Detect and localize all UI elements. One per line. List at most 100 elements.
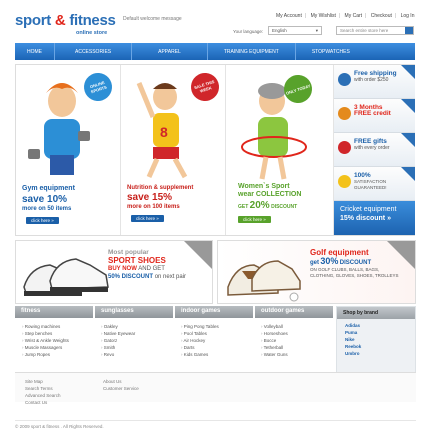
- nutrition-click-button[interactable]: click here »: [131, 215, 164, 222]
- gift-icon: [338, 141, 351, 154]
- brand-reebok[interactable]: Reebok: [337, 343, 415, 350]
- copyright: © 2009 sport & fitness . All Rights Rese…: [15, 420, 416, 429]
- footer-links: Site Map Search Terms Advanced Search Co…: [15, 372, 416, 405]
- promo-shoes[interactable]: Most popular SPORT SHOES BUY NOW AND GET…: [15, 240, 213, 304]
- list-item[interactable]: Pool Tables: [181, 330, 219, 337]
- welcome-message: Default welcome message: [123, 16, 182, 22]
- language-select[interactable]: English ▾: [268, 26, 322, 35]
- corner-ribbon: [401, 133, 415, 147]
- cricket-offer[interactable]: Cricket equipment 15% discount »: [334, 201, 415, 235]
- golf-shoes-image: [227, 260, 301, 302]
- logo[interactable]: sport & fitness: [15, 12, 116, 29]
- nav-accessories[interactable]: ACCESSORIES: [55, 43, 133, 60]
- search-input[interactable]: Search entire store here: [336, 26, 414, 35]
- gym-save: save 10%: [22, 194, 68, 205]
- promo-golf-l3: 30%: [320, 256, 339, 266]
- side-offers: Free shipping with order $250 3 Months FRE…: [334, 65, 415, 235]
- nav-home[interactable]: HOME: [15, 43, 55, 60]
- promo-shoes-l6: on next pair: [154, 274, 187, 280]
- fitness-list: Rowing machines Step benches Wrist & Ank…: [22, 323, 69, 358]
- list-item[interactable]: Native Eyewear: [101, 330, 136, 337]
- login-link[interactable]: Log In: [401, 13, 415, 19]
- advanced-search-link[interactable]: Advanced Search: [25, 392, 61, 399]
- main-nav: HOME ACCESSORIES APPAREL TRAINING EQUIPM…: [15, 43, 415, 60]
- shop-by-brand: Shop by brand Adidas Puma Nike Reebok Um…: [336, 306, 416, 374]
- list-item[interactable]: Step benches: [22, 330, 69, 337]
- about-us-link[interactable]: About Us: [103, 378, 139, 385]
- promo-shoes-l5: 50% DISCOUNT: [108, 274, 154, 280]
- banner-womens-sport[interactable]: ONLY TODAY Women`s Sport wear COLLECTION…: [226, 65, 334, 235]
- list-item[interactable]: Air Hockey: [181, 337, 219, 344]
- shop-by-brand-title: Shop by brand: [337, 307, 415, 319]
- special-offer-ribbon: [387, 241, 415, 269]
- promo-shoes-l4: AND GET: [138, 266, 165, 272]
- svg-text:8: 8: [160, 124, 168, 140]
- gym-click-button[interactable]: click here »: [26, 217, 59, 224]
- list-item[interactable]: Darts: [181, 344, 219, 351]
- tab-fitness[interactable]: fitness: [15, 306, 93, 318]
- womens-sub: wear COLLECTION: [238, 191, 302, 198]
- brand-umbro[interactable]: Umbro: [337, 350, 415, 357]
- indoor-games-list: Ping Pong Tables Pool Tables Air Hockey …: [181, 323, 219, 358]
- gym-more: more on 50 items: [22, 206, 72, 212]
- womens-click-button[interactable]: click here »: [238, 216, 271, 223]
- my-cart-link[interactable]: My Cart: [345, 13, 363, 19]
- checkout-link[interactable]: Checkout: [371, 13, 392, 19]
- list-item[interactable]: Muscle Massagers: [22, 344, 69, 351]
- my-wishlist-link[interactable]: My Wishlist: [311, 13, 336, 19]
- satisfaction-offer[interactable]: 100% SATISFACTION GUARANTEED!: [334, 167, 415, 201]
- tab-outdoor-games[interactable]: outdoor games: [255, 306, 333, 318]
- promo-golf-l6: CLOTHING, GLOVES, SHOES, TROLLEYS: [310, 273, 399, 278]
- my-account-link[interactable]: My Account: [276, 13, 302, 19]
- medal-icon: [338, 175, 351, 188]
- customer-service-link[interactable]: Customer Service: [103, 385, 139, 392]
- sneakers-image: [23, 258, 109, 296]
- tab-indoor-games[interactable]: indoor games: [175, 306, 253, 318]
- nav-stopwatches[interactable]: STOPWATCHES: [296, 43, 366, 60]
- list-item[interactable]: Horseshoes: [261, 330, 288, 337]
- promo-golf[interactable]: Golf equipment get 30% DISCOUNT ON GOLF …: [217, 240, 416, 304]
- logo-tagline: online store: [76, 30, 108, 36]
- free-credit-offer[interactable]: 3 Months FREE credit: [334, 99, 415, 133]
- promo-golf-l4: DISCOUNT: [339, 260, 372, 266]
- corner-ribbon: [401, 167, 415, 181]
- brand-adidas[interactable]: Adidas: [337, 322, 415, 329]
- chevron-down-icon: ▾: [315, 28, 318, 33]
- list-item[interactable]: Volleyball: [261, 323, 288, 330]
- corner-ribbon: [401, 65, 415, 79]
- list-item[interactable]: Oakley: [101, 323, 135, 330]
- list-item[interactable]: Bocce: [261, 337, 288, 344]
- nutrition-more: more on 100 items: [127, 204, 180, 210]
- tab-sunglasses[interactable]: sunglasses: [95, 306, 173, 318]
- truck-icon: [338, 73, 351, 86]
- coins-icon: [338, 107, 351, 120]
- banner-gym[interactable]: ONLINE SPORTS Gym equipment save 10% mor…: [16, 65, 121, 235]
- list-item[interactable]: Ping Pong Tables: [181, 323, 219, 330]
- list-item[interactable]: Revo: [101, 351, 135, 358]
- list-item[interactable]: Smith: [101, 344, 135, 351]
- gym-title: Gym equipment: [22, 185, 75, 192]
- list-item[interactable]: Water Guns: [261, 351, 288, 358]
- womens-title: Women`s Sport: [238, 183, 290, 190]
- list-item[interactable]: Jump Ropes: [22, 351, 69, 358]
- list-item[interactable]: Gatorz: [101, 337, 135, 344]
- list-item[interactable]: Kids Games: [181, 351, 219, 358]
- list-item[interactable]: Tetherball: [261, 344, 288, 351]
- nav-apparel[interactable]: APPAREL: [132, 43, 208, 60]
- outdoor-games-list: Volleyball Horseshoes Bocce Tetherball W…: [261, 323, 288, 358]
- contact-us-link[interactable]: Contact Us: [25, 399, 61, 406]
- sunglasses-list: Oakley Native Eyewear Gatorz Smith Revo: [101, 323, 136, 358]
- corner-ribbon: [401, 99, 415, 113]
- search-terms-link[interactable]: Search Terms: [25, 385, 61, 392]
- brand-puma[interactable]: Puma: [337, 329, 415, 336]
- free-gifts-offer[interactable]: FREE gifts with every order: [334, 133, 415, 167]
- banner-nutrition[interactable]: 8 SALE THIS WEEK Nutrition & supplement …: [121, 65, 226, 235]
- free-shipping-offer[interactable]: Free shipping with order $250: [334, 65, 415, 99]
- brand-nike[interactable]: Nike: [337, 336, 415, 343]
- search-button[interactable]: [405, 27, 413, 34]
- site-map-link[interactable]: Site Map: [25, 378, 61, 385]
- nav-training-equipment[interactable]: TRAINING EQUIPMENT: [208, 43, 296, 60]
- list-item[interactable]: Wrist & Ankle Weights: [22, 337, 69, 344]
- list-item[interactable]: Rowing machines: [22, 323, 69, 330]
- promo-shoes-l3: BUY NOW: [108, 266, 137, 272]
